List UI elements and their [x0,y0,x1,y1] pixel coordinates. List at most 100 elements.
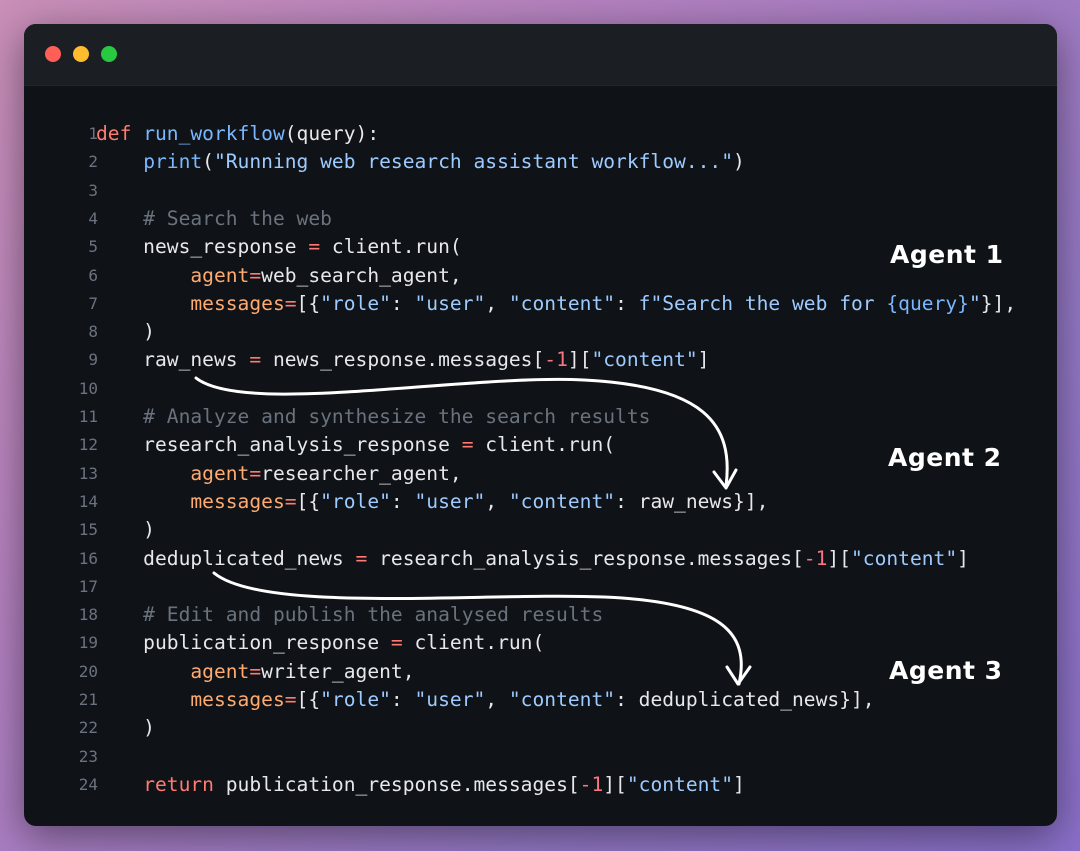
code-token: publication_response [96,631,391,655]
minimize-window-button[interactable] [73,46,89,62]
code-token: = [249,348,262,372]
code-token: writer_agent, [261,659,415,683]
code-text: news_response = client.run( [96,233,462,261]
code-text: agent=writer_agent, [96,658,415,686]
code-line: 17 [24,573,1057,601]
line-number: 7 [88,293,98,313]
code-line: 15 ) [24,516,1057,544]
code-line: 1 def run_workflow(query): [24,120,1057,148]
code-token: "Running web research assistant workflow… [213,150,734,174]
line-number: 10 [78,378,98,398]
code-token: -1 [803,546,828,570]
code-text: agent=web_search_agent, [96,262,462,290]
line-number: 23 [78,746,98,766]
code-token: = [461,433,474,457]
code-token: publication_response.messages[ [213,772,580,796]
code-token: "role" [320,489,391,513]
close-window-button[interactable] [45,46,61,62]
code-text: print("Running web research assistant wo… [96,148,745,176]
code-token: = [284,489,297,513]
code-line: 24 return publication_response.messages[… [24,771,1057,799]
code-token: "user" [414,291,486,315]
code-token: : raw_news}], [615,489,769,513]
code-token: ][ [827,546,851,570]
agent-3-label: Agent 3 [889,656,1003,685]
code-token: print [143,150,203,174]
code-text: ) [96,516,155,544]
code-token: : [390,489,415,513]
code-token: , [485,291,509,315]
code-token: ][ [567,348,592,372]
code-token: {query} [886,291,969,315]
line-number: 5 [88,237,98,257]
line-number: 21 [78,690,98,709]
line-number: 9 [88,350,98,370]
code-token: (query): [284,122,380,145]
code-token: "content" [626,772,734,796]
code-token: "content" [508,688,616,711]
code-text: # Search the web [96,205,332,233]
code-token: -1 [579,772,604,796]
code-token: return [143,772,214,796]
code-text: messages=[{"role": "user", "content": de… [96,686,875,714]
code-token: ) [96,320,155,344]
maximize-window-button[interactable] [101,46,117,62]
code-token: = [308,235,321,259]
line-number: 8 [88,322,98,342]
line-number: 6 [88,265,98,285]
code-token: : [390,291,415,315]
code-token: ) [96,716,155,740]
line-number: 19 [78,633,98,653]
code-line: 22 ) [24,714,1057,742]
code-line: 11 # Analyze and synthesize the search r… [24,403,1057,431]
code-line: 18 # Edit and publish the analysed resul… [24,601,1057,629]
line-number: 24 [78,774,98,794]
code-token: web_search_agent, [261,263,462,287]
code-text: messages=[{"role": "user", "content": ra… [96,488,768,516]
code-token: run_workflow [143,122,285,145]
code-line: 8 ) [24,318,1057,346]
code-token: agent [190,659,250,683]
code-token: "content" [508,291,616,315]
code-line: 21 messages=[{"role": "user", "content":… [24,686,1057,714]
code-text: # Analyze and synthesize the search resu… [96,403,650,431]
code-text: agent=researcher_agent, [96,460,461,488]
code-window: 1 def run_workflow(query): 2 print("Runnin… [24,24,1057,826]
line-number: 17 [78,576,98,596]
code-token: ] [733,772,745,796]
code-token: = [284,291,297,315]
code-token: ( [202,150,214,174]
code-token: : deduplicated_news}], [615,688,875,711]
code-token: "role" [320,291,391,315]
code-token: deduplicated_news [96,546,356,570]
code-line: 23 [24,743,1057,771]
code-token: ) [96,518,155,542]
code-token: = [249,263,262,287]
code-line: 10 [24,375,1057,403]
line-number: 18 [78,605,98,625]
code-token: "user" [414,688,486,711]
code-token: "content" [508,489,616,513]
code-token: [{ [296,688,321,711]
code-line: 4 # Search the web [24,205,1057,233]
code-line: 7 messages=[{"role": "user", "content": … [24,290,1057,318]
code-token: "content" [591,348,698,372]
code-token: , [485,489,509,513]
code-token: "content" [850,546,958,570]
code-token: : [390,688,415,711]
line-number: 22 [78,718,98,738]
line-number: 12 [78,435,98,455]
code-text: messages=[{"role": "user", "content": f"… [96,290,1016,318]
code-line: 16 deduplicated_news = research_analysis… [24,545,1057,573]
code-token: # Search the web [96,206,332,230]
line-number: 11 [78,407,98,426]
code-token: : [615,291,639,315]
code-token: client.run( [473,433,616,457]
code-token: # Analyze and synthesize the search resu… [96,405,651,428]
